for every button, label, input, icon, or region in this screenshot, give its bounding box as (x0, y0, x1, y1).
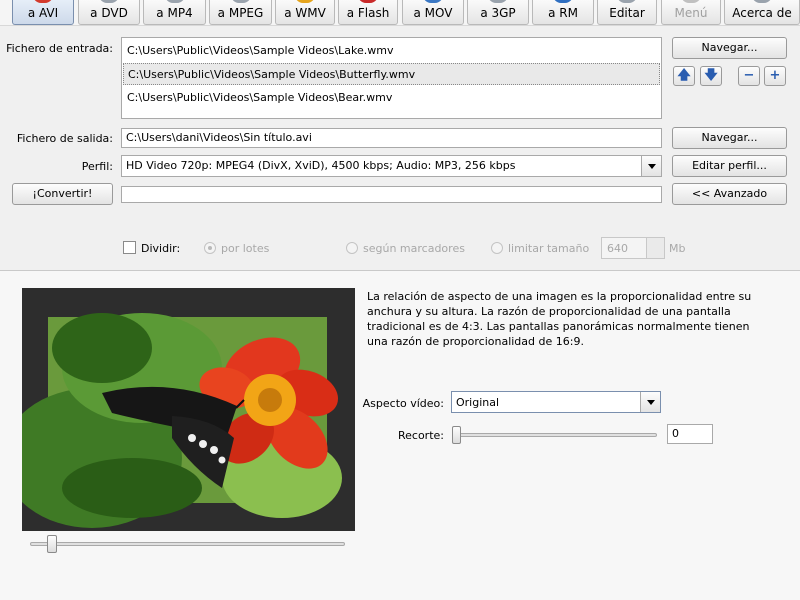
advanced-button[interactable]: << Avanzado (672, 183, 787, 205)
toolbar: a AVI a DVD a MP4 a MPEG a WMV a Flash a… (0, 0, 800, 26)
aspect-video-select[interactable]: Original (451, 391, 661, 413)
profile-select[interactable]: HD Video 720p: MPEG4 (DivX, XviD), 4500 … (121, 155, 662, 177)
edit-label: Editar (609, 6, 645, 20)
to-mpeg-button[interactable]: a MPEG (209, 0, 272, 25)
edit-profile-button[interactable]: Editar perfil... (672, 155, 787, 177)
input-file-row[interactable]: C:\Users\Public\Videos\Sample Videos\Lak… (123, 40, 660, 62)
menu-label: Menú (674, 6, 708, 20)
preview-slider-thumb[interactable] (47, 535, 57, 553)
split-checkbox[interactable] (123, 241, 136, 254)
progress-bar (121, 186, 662, 203)
crop-slider-track[interactable] (457, 433, 657, 437)
crop-slider-thumb[interactable] (452, 426, 461, 444)
input-file-row[interactable]: C:\Users\Public\Videos\Sample Videos\Bea… (123, 87, 660, 109)
to-3gp-label: a 3GP (480, 6, 516, 20)
batches-label: por lotes (221, 242, 270, 255)
to-dvd-label: a DVD (90, 6, 128, 20)
to-wmv-label: a WMV (284, 6, 326, 20)
profile-value: HD Video 720p: MPEG4 (DivX, XviD), 4500 … (126, 159, 516, 172)
crop-label: Recorte: (397, 429, 444, 442)
output-file-input[interactable]: C:\Users\dani\Videos\Sin título.avi (121, 128, 662, 148)
move-down-button[interactable]: 🡇 (700, 66, 722, 86)
to-mp4-label: a MP4 (156, 6, 193, 20)
preview-slider-track[interactable] (30, 542, 345, 546)
dvd-icon (99, 0, 119, 3)
avi-icon (33, 0, 53, 3)
move-up-button[interactable]: 🡅 (673, 66, 695, 86)
chevron-down-icon[interactable] (641, 156, 661, 176)
arrow-up-icon: 🡅 (677, 68, 691, 83)
profile-label: Perfil: (81, 160, 113, 173)
wmv-icon (295, 0, 315, 3)
add-file-button[interactable]: + (764, 66, 786, 86)
about-label: Acerca de (732, 6, 792, 20)
to-flash-label: a Flash (346, 6, 390, 20)
mp4-icon (164, 0, 185, 3)
about-icon (752, 0, 772, 3)
to-mpeg-label: a MPEG (217, 6, 264, 20)
aspect-description: La relación de aspecto de una imagen es … (367, 290, 752, 348)
to-rm-button[interactable]: a RM (532, 0, 594, 25)
aspect-video-value: Original (456, 396, 500, 409)
plus-icon: + (769, 68, 781, 83)
output-file-label: Fichero de salida: (16, 132, 113, 145)
convert-button[interactable]: ¡Convertir! (12, 183, 113, 205)
to-mp4-button[interactable]: a MP4 (143, 0, 206, 25)
aspect-video-label: Aspecto vídeo: (362, 397, 444, 410)
arrow-down-icon: 🡇 (704, 68, 718, 83)
3gp-icon (488, 0, 508, 3)
remove-file-button[interactable]: − (738, 66, 760, 86)
size-unit: Mb (669, 242, 686, 255)
edit-button[interactable]: Editar (597, 0, 657, 25)
to-mov-label: a MOV (413, 6, 453, 20)
size-value: 640 (607, 242, 628, 255)
menu-button[interactable]: Menú (661, 0, 721, 25)
browse-output-button[interactable]: Navegar... (672, 127, 787, 149)
mpeg-icon (230, 0, 251, 3)
butterfly-flower-image (22, 288, 355, 531)
minus-icon: − (743, 68, 755, 83)
size-limit-radio[interactable] (491, 242, 503, 254)
input-file-row-selected[interactable]: C:\Users\Public\Videos\Sample Videos\But… (123, 63, 660, 85)
chevron-down-icon[interactable] (640, 392, 660, 412)
size-spinner[interactable]: 640 (601, 237, 665, 259)
batches-radio[interactable] (204, 242, 216, 254)
mov-icon (423, 0, 443, 3)
to-3gp-button[interactable]: a 3GP (467, 0, 529, 25)
markers-label: según marcadores (363, 242, 465, 255)
to-wmv-button[interactable]: a WMV (275, 0, 335, 25)
size-limit-label: limitar tamaño (508, 242, 590, 255)
video-preview (22, 288, 355, 531)
split-label: Dividir: (141, 242, 181, 255)
spinner-arrows-icon[interactable] (646, 238, 664, 258)
to-mov-button[interactable]: a MOV (402, 0, 464, 25)
rm-icon (553, 0, 573, 3)
to-flash-button[interactable]: a Flash (338, 0, 398, 25)
flash-icon (358, 0, 378, 3)
to-dvd-button[interactable]: a DVD (78, 0, 140, 25)
to-rm-label: a RM (548, 6, 578, 20)
to-avi-label: a AVI (27, 6, 59, 20)
about-button[interactable]: Acerca de (724, 0, 800, 25)
browse-input-button[interactable]: Navegar... (672, 37, 787, 59)
menu-icon (681, 0, 701, 3)
to-avi-button[interactable]: a AVI (12, 0, 74, 25)
input-file-list[interactable]: C:\Users\Public\Videos\Sample Videos\Lak… (121, 37, 662, 119)
input-file-label: Fichero de entrada: (6, 42, 113, 55)
crop-value-input[interactable]: 0 (667, 424, 713, 444)
edit-icon (617, 0, 637, 3)
markers-radio[interactable] (346, 242, 358, 254)
